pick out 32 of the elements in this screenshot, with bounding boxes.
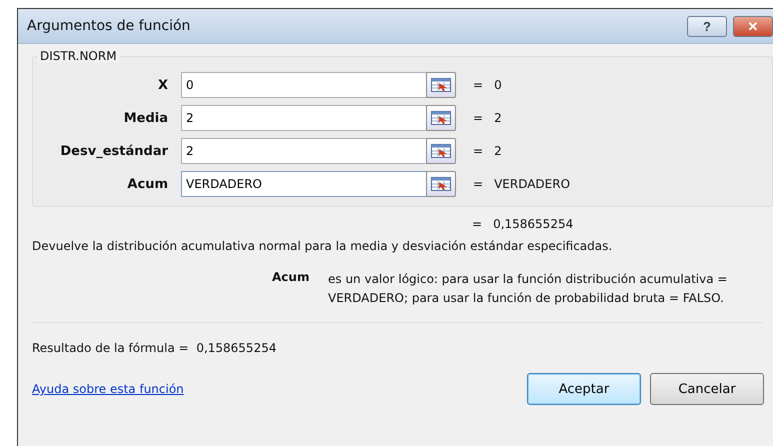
argument-field[interactable]: 0	[181, 72, 427, 98]
collapse-button[interactable]	[426, 138, 456, 164]
collapse-button[interactable]	[426, 171, 456, 197]
equals-sign: =	[473, 144, 484, 158]
help-link[interactable]: Ayuda sobre esta función	[32, 382, 527, 396]
equals-sign: =	[472, 217, 482, 231]
function-description: Devuelve la distribución acumulativa normal para la media y desviación estándar especificadas.	[32, 239, 614, 253]
help-button[interactable]: ?	[687, 16, 727, 36]
group-title: DISTR.NORM	[37, 49, 120, 63]
dialog-button[interactable]: Cancelar	[650, 373, 764, 405]
equals-sign: =	[473, 78, 484, 92]
argument-description: es un valor lógico: para usar la función distribución acumulativa = VERDADERO; para usar la función de probabilidad bruta = FALSO.	[328, 271, 728, 307]
window-title: Argumentos de función	[27, 18, 192, 34]
argument-label: Desv_estándar	[59, 144, 169, 158]
argument-label: Media	[122, 110, 169, 126]
function-result: 0,158655254	[493, 217, 574, 231]
equals-sign: =	[473, 111, 484, 125]
argument-label: X	[156, 78, 169, 92]
formula-result: Resultado de la fórmula = 0,158655254	[32, 341, 278, 355]
argument-field[interactable]: 2	[181, 105, 427, 131]
argument-result: 2	[494, 111, 502, 125]
equals-sign: =	[473, 177, 484, 191]
argument-name: Acum	[272, 270, 310, 286]
collapse-button[interactable]	[426, 72, 456, 98]
argument-field[interactable]: VERDADERO	[181, 171, 427, 197]
argument-result: 0	[494, 78, 502, 92]
argument-result: VERDADERO	[494, 177, 570, 191]
argument-result: 2	[494, 144, 502, 158]
collapse-button[interactable]	[426, 105, 456, 131]
argument-label: Acum	[126, 176, 169, 192]
dialog-button[interactable]: Aceptar	[527, 373, 641, 405]
argument-field[interactable]: 2	[181, 138, 427, 164]
